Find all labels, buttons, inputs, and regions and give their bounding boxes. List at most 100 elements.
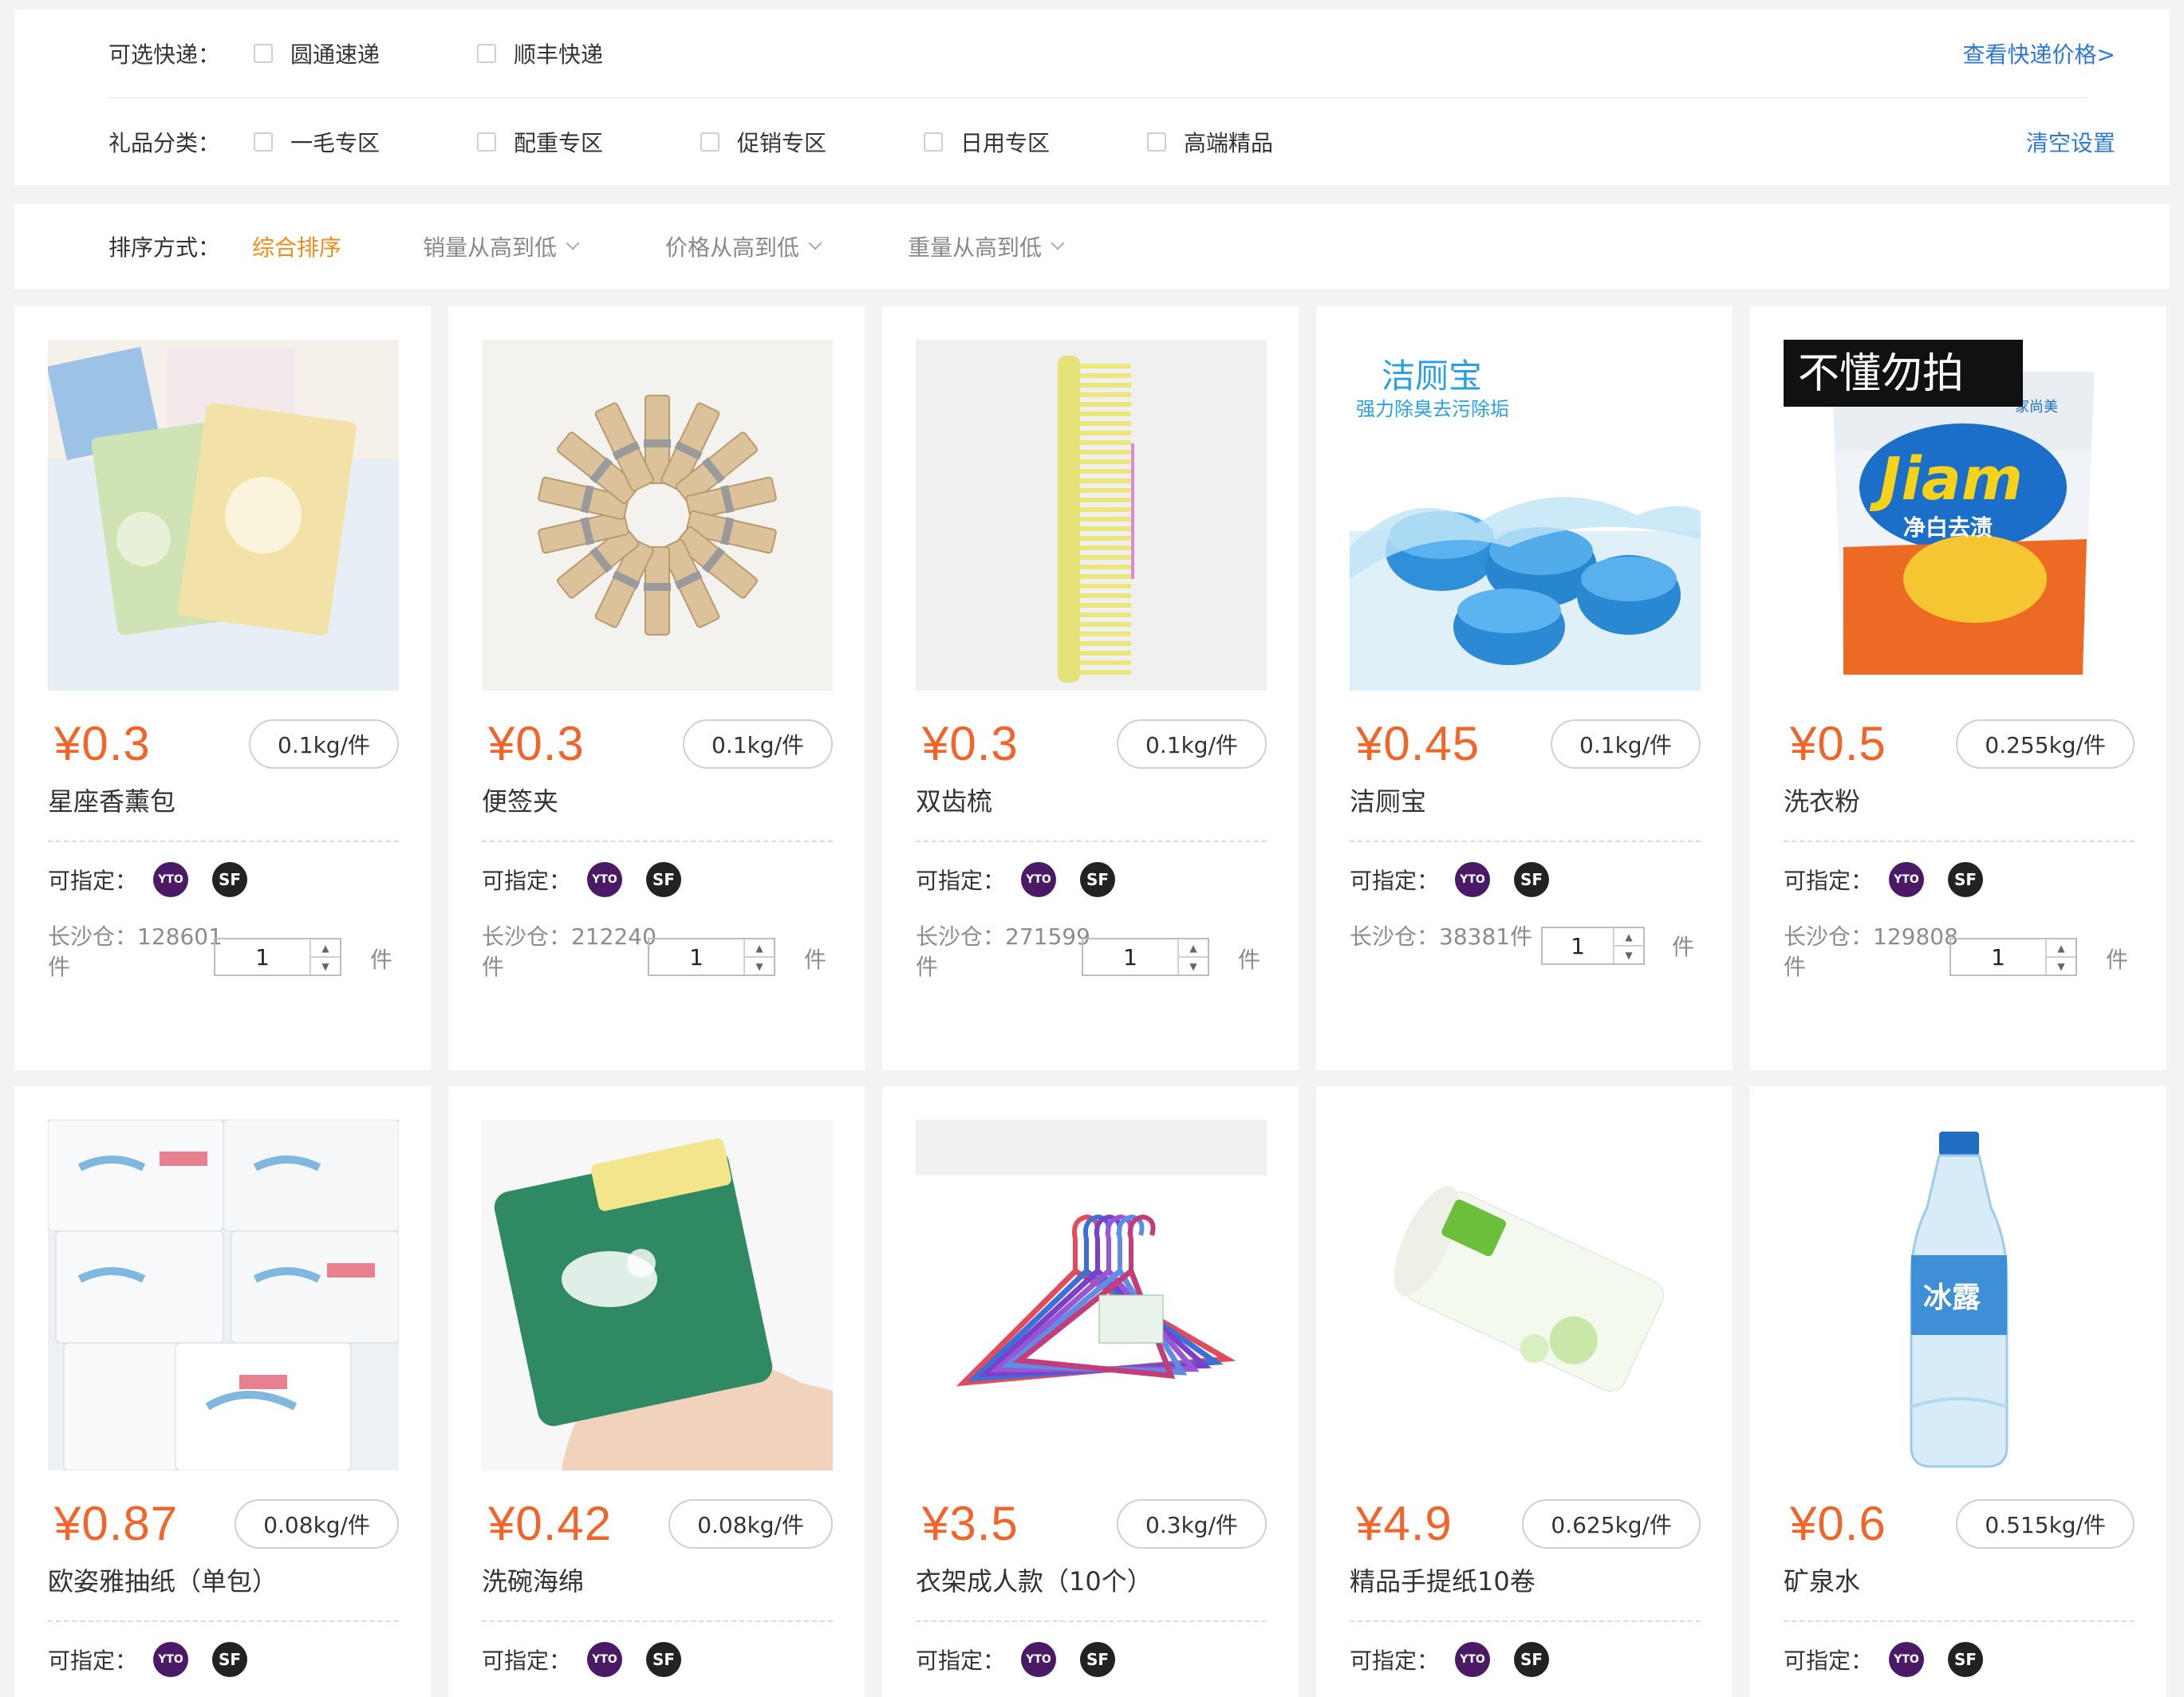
chevron-down-icon [1051, 236, 1065, 250]
warehouse-stock: 长沙仓：129808件 [1784, 923, 1958, 980]
checkbox[interactable] [924, 132, 943, 152]
decrement-icon[interactable]: ▼ [745, 958, 774, 974]
product-price: ¥0.3 [54, 717, 151, 770]
product-image[interactable] [916, 340, 1267, 691]
sort-by-weight[interactable]: 重量从高到低 [908, 204, 1065, 289]
product-card-7[interactable]: ¥0.42 0.08kg/件 洗碗海绵 可指定： YTO SF [448, 1086, 865, 1697]
sf-express-icon: SF [646, 862, 682, 897]
increment-icon[interactable]: ▲ [1614, 928, 1643, 947]
express-filter-row: 可选快递： 圆通速递 顺丰快递 查看快递价格> [14, 10, 2170, 97]
assign-label: 可指定： [916, 868, 1006, 894]
product-name[interactable]: 双齿梳 [916, 782, 992, 818]
warehouse-stock: 长沙仓：38381件 [1350, 923, 1533, 950]
option-label: 圆通速递 [290, 41, 380, 68]
increment-icon[interactable]: ▲ [311, 939, 340, 958]
sort-label-text: 重量从高到低 [908, 234, 1043, 261]
product-price: ¥0.42 [488, 1497, 613, 1550]
assignable-express: 可指定： YTO SF [1350, 860, 1550, 900]
express-option-yto[interactable]: 圆通速递 [254, 37, 380, 69]
product-image[interactable] [1350, 1120, 1701, 1471]
divider [48, 1620, 399, 1622]
product-image[interactable]: Jiam 净白去渍 家尚美 不懂勿拍 [1784, 340, 2135, 691]
product-image[interactable] [482, 1120, 833, 1471]
product-image[interactable] [482, 340, 833, 691]
increment-icon[interactable]: ▲ [2047, 939, 2076, 958]
product-name[interactable]: 衣架成人款（10个） [916, 1561, 1153, 1598]
sf-express-icon: SF [1514, 862, 1550, 897]
quantity-stepper[interactable]: 1 ▲ ▼ [1949, 938, 2077, 976]
view-express-prices-link[interactable]: 查看快递价格> [1963, 37, 2115, 69]
yto-express-icon: YTO [153, 862, 189, 897]
product-name[interactable]: 星座香薰包 [48, 782, 175, 818]
product-image[interactable]: 洁厕宝 强力除臭去污除垢 [1350, 340, 1701, 691]
quantity-input[interactable]: 1 [1083, 939, 1177, 974]
product-card-9[interactable]: ¥4.9 0.625kg/件 精品手提纸10卷 可指定： YTO SF [1316, 1086, 1733, 1697]
checkbox[interactable] [477, 132, 496, 152]
category-option-2[interactable]: 配重专区 [477, 126, 603, 158]
increment-icon[interactable]: ▲ [1179, 939, 1208, 958]
checkbox[interactable] [477, 44, 496, 63]
quantity-input[interactable]: 1 [1951, 939, 2045, 974]
decrement-icon[interactable]: ▼ [1614, 947, 1643, 963]
product-price: ¥0.3 [488, 717, 585, 770]
category-option-5[interactable]: 高端精品 [1147, 126, 1273, 158]
quantity-input[interactable]: 1 [649, 939, 743, 974]
product-card-2[interactable]: ¥0.3 0.1kg/件 便签夹 可指定： YTO SF 长沙仓：212240件… [448, 306, 865, 1070]
sort-label-text: 销量从高到低 [423, 234, 558, 261]
product-image[interactable] [48, 340, 399, 691]
quantity-unit: 件 [2106, 947, 2129, 973]
quantity-stepper[interactable]: 1 ▲ ▼ [214, 938, 341, 976]
product-name[interactable]: 精品手提纸10卷 [1350, 1561, 1536, 1598]
product-name[interactable]: 洗衣粉 [1784, 782, 1860, 818]
category-option-1[interactable]: 一毛专区 [254, 126, 380, 158]
quantity-input[interactable]: 1 [215, 939, 309, 974]
clear-settings-link[interactable]: 清空设置 [2026, 126, 2115, 158]
category-option-4[interactable]: 日用专区 [924, 126, 1050, 158]
product-name[interactable]: 洁厕宝 [1350, 782, 1426, 818]
product-weight-badge: 0.08kg/件 [668, 1499, 833, 1549]
product-price: ¥3.5 [922, 1497, 1019, 1550]
sort-by-sales[interactable]: 销量从高到低 [423, 204, 580, 289]
decrement-icon[interactable]: ▼ [311, 958, 340, 974]
product-image[interactable] [48, 1120, 399, 1471]
checkbox[interactable] [700, 132, 719, 152]
product-card-10[interactable]: 冰露 ¥0.6 0.515kg/件 矿泉水 可指定： YTO SF [1750, 1086, 2166, 1697]
assignable-express: 可指定： YTO SF [48, 860, 248, 900]
sf-express-icon: SF [212, 1642, 248, 1677]
quantity-stepper[interactable]: 1 ▲ ▼ [1082, 938, 1209, 976]
checkbox[interactable] [254, 132, 273, 152]
checkbox[interactable] [1147, 132, 1166, 152]
product-card-6[interactable]: ¥0.87 0.08kg/件 欧姿雅抽纸（单包） 可指定： YTO SF [14, 1086, 431, 1697]
product-name[interactable]: 便签夹 [482, 782, 558, 818]
product-card-5[interactable]: Jiam 净白去渍 家尚美 不懂勿拍 ¥0.5 0.255kg/件 洗衣粉 可指… [1750, 306, 2166, 1070]
warehouse-stock: 长沙仓：271599件 [916, 923, 1090, 980]
product-name[interactable]: 欧姿雅抽纸（单包） [48, 1561, 278, 1598]
quantity-unit: 件 [1672, 934, 1695, 960]
sort-label: 排序方式： [108, 234, 221, 261]
product-card-8[interactable]: ¥3.5 0.3kg/件 衣架成人款（10个） 可指定： YTO SF [882, 1086, 1299, 1697]
express-option-sf[interactable]: 顺丰快递 [477, 37, 603, 69]
yto-express-icon: YTO [1455, 862, 1491, 897]
option-label: 配重专区 [514, 130, 604, 156]
increment-icon[interactable]: ▲ [745, 939, 774, 958]
product-card-4[interactable]: 洁厕宝 强力除臭去污除垢 ¥0.45 0.1kg/件 洁厕宝 可指定： YTO … [1316, 306, 1733, 1070]
product-name[interactable]: 洗碗海绵 [482, 1561, 584, 1598]
quantity-input[interactable]: 1 [1543, 928, 1613, 963]
decrement-icon[interactable]: ▼ [2047, 958, 2076, 974]
option-label: 高端精品 [1184, 130, 1274, 156]
decrement-icon[interactable]: ▼ [1179, 958, 1208, 974]
sort-by-price[interactable]: 价格从高到低 [665, 204, 822, 289]
option-label: 促销专区 [737, 130, 827, 156]
assignable-express: 可指定： YTO SF [1350, 1640, 1550, 1679]
sort-comprehensive[interactable]: 综合排序 [252, 204, 341, 289]
product-image[interactable]: 冰露 [1784, 1120, 2135, 1471]
category-option-3[interactable]: 促销专区 [700, 126, 826, 158]
quantity-stepper[interactable]: 1 ▲ ▼ [1541, 927, 1645, 965]
product-price: ¥0.3 [922, 717, 1019, 770]
quantity-stepper[interactable]: 1 ▲ ▼ [648, 938, 775, 976]
checkbox[interactable] [254, 44, 273, 63]
product-image[interactable] [916, 1120, 1267, 1471]
product-card-1[interactable]: ¥0.3 0.1kg/件 星座香薰包 可指定： YTO SF 长沙仓：12860… [14, 306, 431, 1070]
product-card-3[interactable]: ¥0.3 0.1kg/件 双齿梳 可指定： YTO SF 长沙仓：271599件… [882, 306, 1299, 1070]
product-name[interactable]: 矿泉水 [1784, 1561, 1860, 1598]
